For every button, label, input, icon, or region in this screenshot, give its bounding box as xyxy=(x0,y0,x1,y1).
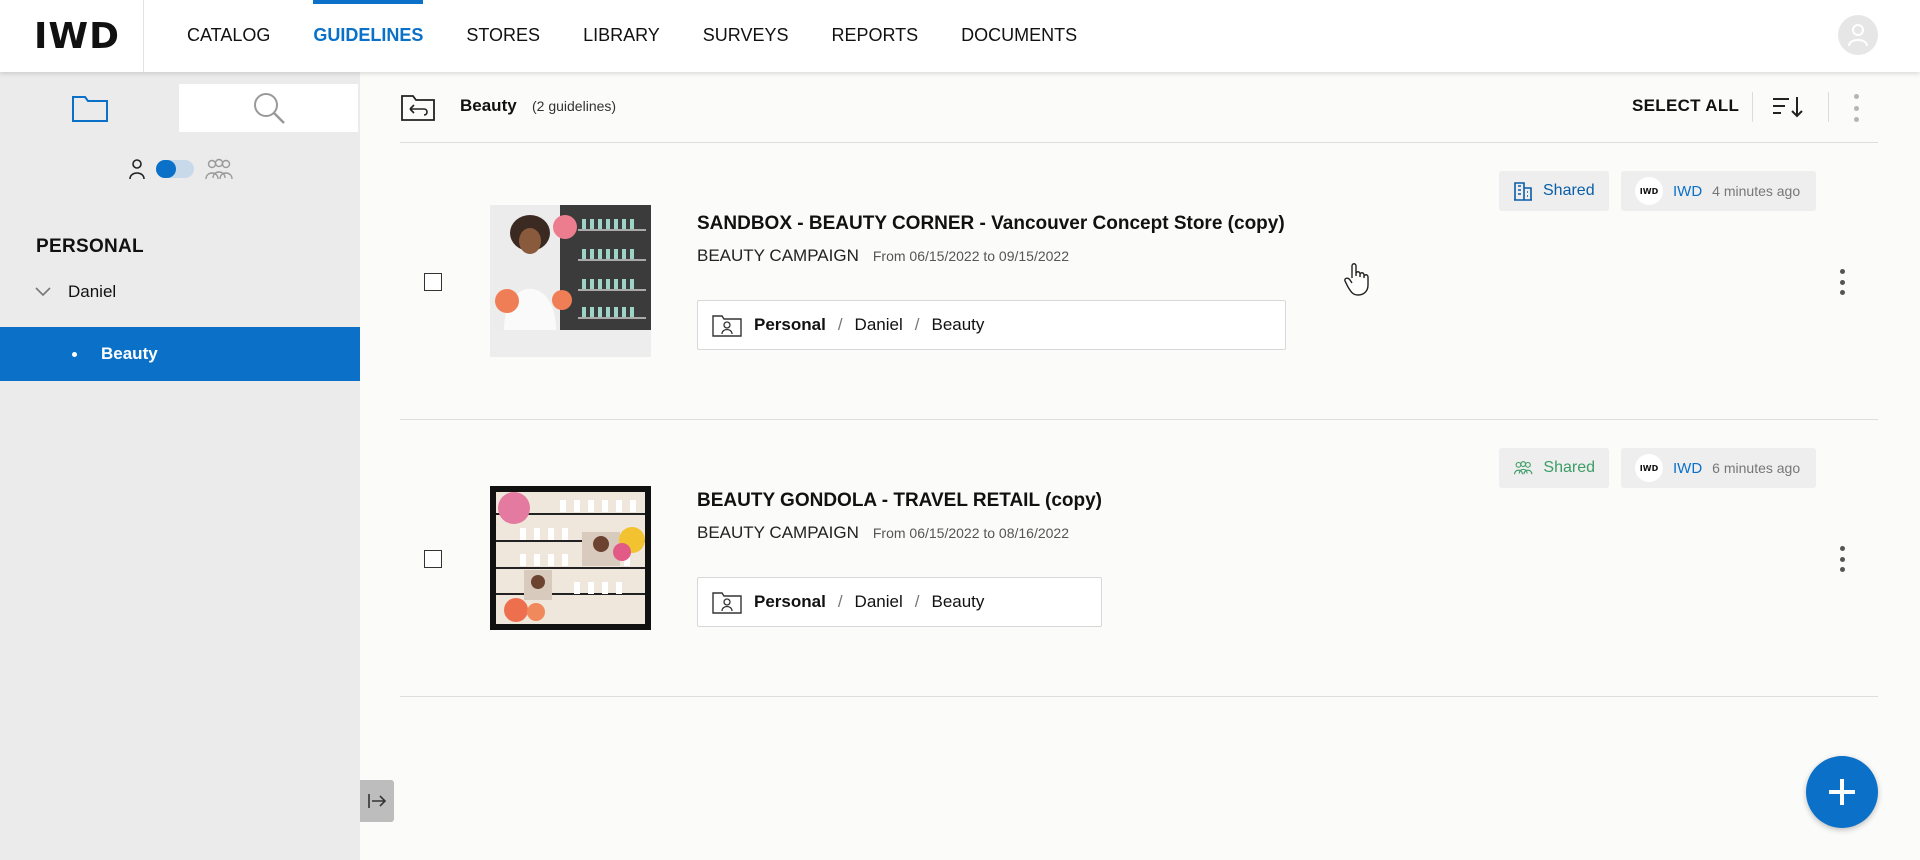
plus-icon xyxy=(1829,779,1855,805)
nav-surveys[interactable]: SURVEYS xyxy=(703,0,789,72)
shared-label: Shared xyxy=(1543,182,1595,199)
shared-badge[interactable]: Shared xyxy=(1499,171,1609,211)
sidebar-folder-label: Daniel xyxy=(68,282,117,301)
sort-descending-icon[interactable] xyxy=(1772,96,1804,118)
guideline-title[interactable]: BEAUTY GONDOLA - TRAVEL RETAIL (copy) xyxy=(697,490,1102,512)
guideline-count: (2 guidelines) xyxy=(532,98,617,114)
building-icon xyxy=(1514,182,1532,201)
sidebar-subfolder-beauty[interactable]: Beauty xyxy=(0,327,360,381)
path-segment: Daniel xyxy=(854,592,903,611)
logo-divider xyxy=(143,0,144,72)
path-segment: Personal xyxy=(754,592,826,611)
personal-folder-icon xyxy=(712,315,742,337)
nav-reports[interactable]: REPORTS xyxy=(831,0,918,72)
select-all-button[interactable]: SELECT ALL xyxy=(1632,96,1739,116)
user-icon xyxy=(1848,24,1868,47)
folder-back-icon[interactable] xyxy=(400,92,436,122)
add-guideline-button[interactable] xyxy=(1806,756,1878,828)
path-segment: Beauty xyxy=(931,315,985,334)
owner-badge: IWD IWD 6 minutes ago xyxy=(1621,448,1816,488)
guideline-thumbnail[interactable] xyxy=(490,205,651,357)
more-vertical-icon[interactable] xyxy=(1836,269,1848,295)
tab-folders[interactable] xyxy=(0,84,179,132)
collapse-arrow-icon xyxy=(368,794,387,808)
path-separator: / xyxy=(914,315,920,334)
sidebar-subfolder-label: Beauty xyxy=(101,344,158,363)
personal-folder-icon xyxy=(712,592,742,614)
nav-library[interactable]: LIBRARY xyxy=(583,0,660,72)
path-separator: / xyxy=(837,315,843,334)
more-vertical-icon[interactable] xyxy=(1850,94,1862,122)
guideline-campaign: BEAUTY CAMPAIGN xyxy=(697,523,859,542)
sidebar-tabs xyxy=(0,84,359,132)
mode-toggle[interactable] xyxy=(156,160,194,178)
user-avatar[interactable] xyxy=(1838,15,1878,55)
header-divider xyxy=(1752,92,1753,122)
content-header: Beauty (2 guidelines) SELECT ALL xyxy=(400,72,1878,143)
path-segment: Daniel xyxy=(854,315,903,334)
shared-label: Shared xyxy=(1543,459,1595,476)
nav-guidelines[interactable]: GUIDELINES xyxy=(313,0,424,72)
group-icon xyxy=(205,158,233,180)
owner-logo: IWD xyxy=(1635,177,1663,205)
guideline-row[interactable]: SANDBOX - BEAUTY CORNER - Vancouver Conc… xyxy=(400,143,1878,420)
path-segment: Beauty xyxy=(931,592,985,611)
nav-catalog[interactable]: CATALOG xyxy=(187,0,270,72)
nav-stores[interactable]: STORES xyxy=(466,0,540,72)
guideline-dates: From 06/15/2022 to 09/15/2022 xyxy=(872,248,1070,264)
more-vertical-icon[interactable] xyxy=(1836,546,1848,572)
search-icon xyxy=(253,93,285,124)
section-title: PERSONAL xyxy=(36,236,144,257)
path-separator: / xyxy=(914,592,920,611)
guideline-meta: BEAUTY CAMPAIGN From 06/15/2022 to 09/15… xyxy=(697,246,1069,266)
guideline-folder-path[interactable]: Personal / Daniel / Beauty xyxy=(697,300,1286,350)
guideline-checkbox[interactable] xyxy=(424,550,442,568)
group-icon xyxy=(1514,461,1533,475)
tab-search[interactable] xyxy=(179,84,358,132)
sidebar-folder-daniel[interactable]: Daniel xyxy=(34,282,116,302)
path-segment: Personal xyxy=(754,315,826,334)
updated-time: 4 minutes ago xyxy=(1712,183,1801,199)
top-navigation: IWD CATALOG GUIDELINES STORES LIBRARY SU… xyxy=(0,0,1920,72)
updated-time: 6 minutes ago xyxy=(1712,460,1801,476)
guideline-checkbox[interactable] xyxy=(424,273,442,291)
bullet-icon xyxy=(72,351,77,357)
guideline-title[interactable]: SANDBOX - BEAUTY CORNER - Vancouver Conc… xyxy=(697,213,1285,235)
owner-badge: IWD IWD 4 minutes ago xyxy=(1621,171,1816,211)
chevron-down-icon xyxy=(35,287,51,297)
guideline-dates: From 06/15/2022 to 08/16/2022 xyxy=(872,525,1070,541)
folder-icon xyxy=(71,96,108,122)
personal-shared-switch xyxy=(128,158,234,180)
iwd-logo[interactable]: IWD xyxy=(34,16,120,57)
guideline-campaign: BEAUTY CAMPAIGN xyxy=(697,246,859,265)
guideline-thumbnail[interactable] xyxy=(490,486,651,630)
owner-logo: IWD xyxy=(1635,454,1663,482)
guideline-folder-path[interactable]: Personal / Daniel / Beauty xyxy=(697,577,1102,627)
main-nav: CATALOG GUIDELINES STORES LIBRARY SURVEY… xyxy=(187,0,1077,72)
owner-name[interactable]: IWD xyxy=(1673,183,1702,200)
guideline-meta: BEAUTY CAMPAIGN From 06/15/2022 to 08/16… xyxy=(697,523,1069,543)
guideline-row[interactable]: BEAUTY GONDOLA - TRAVEL RETAIL (copy) BE… xyxy=(400,420,1878,697)
header-divider xyxy=(1828,92,1829,122)
shared-badge[interactable]: Shared xyxy=(1499,448,1609,488)
nav-documents[interactable]: DOCUMENTS xyxy=(961,0,1077,72)
current-folder-name: Beauty xyxy=(460,96,517,115)
path-separator: / xyxy=(837,592,843,611)
sidebar: PERSONAL Daniel Beauty xyxy=(0,72,360,860)
collapse-sidebar-button[interactable] xyxy=(360,780,394,822)
owner-name[interactable]: IWD xyxy=(1673,460,1702,477)
person-icon xyxy=(129,159,145,180)
